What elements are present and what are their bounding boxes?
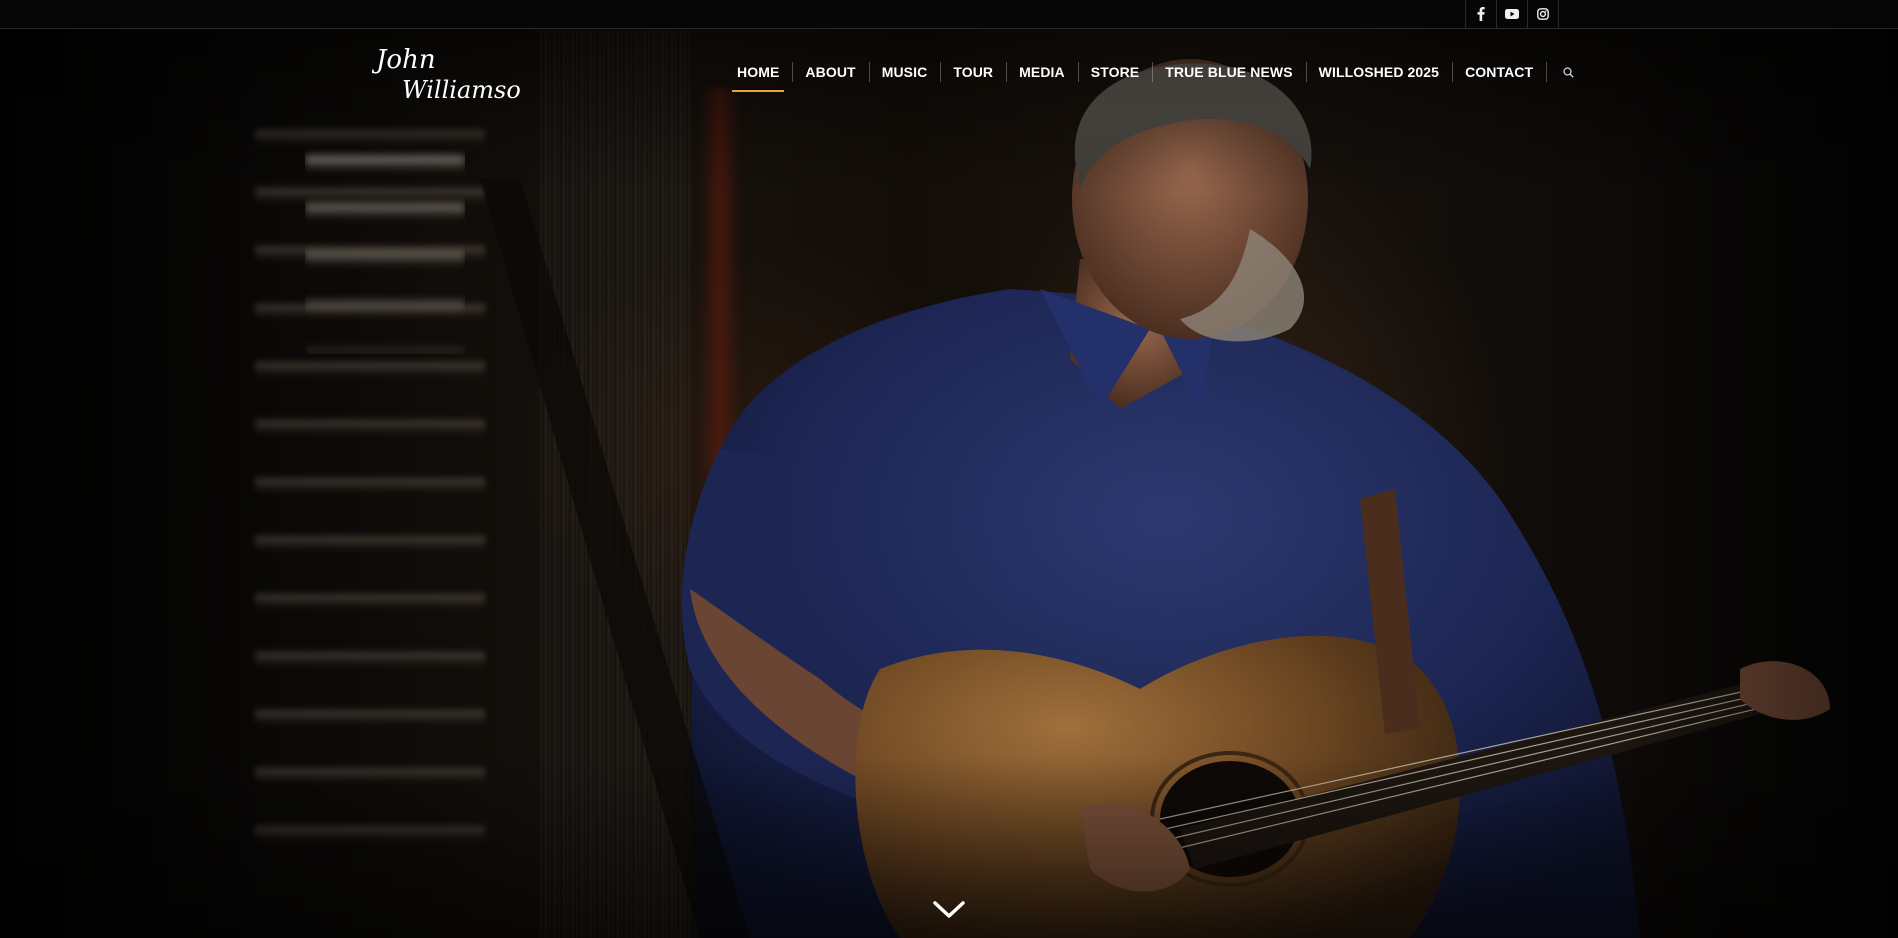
nav-willoshed-2025[interactable]: WILLOSHED 2025 [1305, 52, 1452, 92]
nav-music[interactable]: MUSIC [868, 52, 941, 92]
hero-background [0, 29, 1898, 938]
nav-about[interactable]: ABOUT [792, 52, 868, 92]
nav-home[interactable]: HOME [724, 52, 792, 92]
nav-contact[interactable]: CONTACT [1452, 52, 1546, 92]
nav-true-blue-news[interactable]: TRUE BLUE NEWS [1152, 52, 1305, 92]
nav-tour[interactable]: TOUR [940, 52, 1006, 92]
instagram-icon [1537, 8, 1549, 20]
social-links [1465, 0, 1559, 28]
facebook-link[interactable] [1465, 0, 1496, 28]
hero-vignette [0, 29, 1898, 938]
site-logo[interactable]: John Williamson [371, 40, 536, 106]
chevron-down-icon [933, 901, 965, 918]
nav-store[interactable]: STORE [1077, 52, 1152, 92]
nav-media[interactable]: MEDIA [1006, 52, 1078, 92]
facebook-icon [1477, 7, 1485, 21]
logo-line-1: John [372, 45, 436, 75]
logo-line-2: Williamson [402, 76, 522, 104]
scroll-down-button[interactable] [929, 896, 969, 924]
main-navigation: HOME ABOUT MUSIC TOUR MEDIA STORE TRUE B… [724, 52, 1590, 92]
search-button[interactable] [1546, 52, 1590, 92]
logo-wordmark: John Williamson [371, 45, 536, 104]
search-icon [1563, 66, 1574, 78]
top-social-bar [0, 0, 1898, 29]
instagram-link[interactable] [1527, 0, 1559, 28]
youtube-link[interactable] [1496, 0, 1527, 28]
youtube-icon [1505, 9, 1519, 19]
